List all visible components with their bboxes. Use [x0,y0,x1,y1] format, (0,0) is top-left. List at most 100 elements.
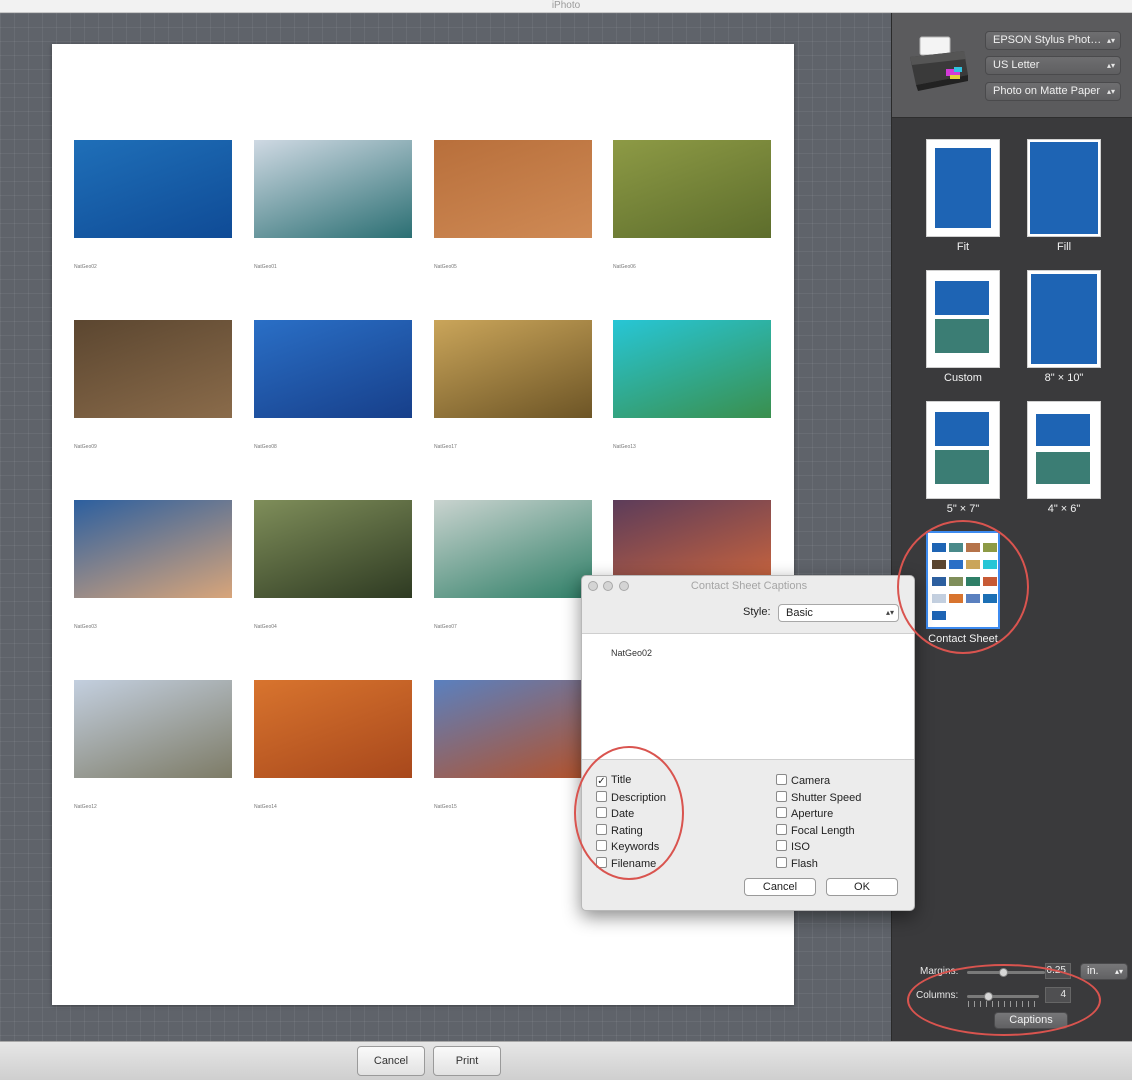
contact-sheet-photo[interactable]: NatGeo02 [74,140,234,270]
checkbox-checked-icon[interactable]: ✓ [596,776,607,787]
caption-option-aperture[interactable]: Aperture [776,807,833,821]
layout-thumbnail [926,401,1000,499]
columns-label: Columns: [916,990,959,1001]
caption-option-label: Description [611,791,667,804]
caption-option-shutter-speed[interactable]: Shutter Speed [776,790,862,805]
layout-photo-sample [935,148,991,228]
caption-option-label: Filename [611,857,657,870]
layout-label: Contact Sheet [928,633,998,645]
iphoto-window: iPhoto NatGeo02 NatGeo01 NatGeo05 NatGeo06 N… [0,0,1132,1080]
popup-arrows-icon: ▴▾ [1106,87,1115,96]
contact-sheet-photo[interactable]: NatGeo12 [74,680,234,810]
caption-preview: NatGeo02 [582,633,914,760]
margins-label: Margins: [920,966,959,977]
checkbox-unchecked-icon[interactable] [776,807,787,818]
caption-option-filename[interactable]: Filename [596,856,657,871]
layout-label: Custom [944,372,982,384]
photo-caption: NatGeo06 [613,264,636,270]
print-button[interactable]: Print [433,1046,501,1076]
layout-photo-sample [935,412,989,446]
style-select[interactable]: Basic ▴▾ [778,604,899,622]
contact-sheet-photo[interactable]: NatGeo03 [74,500,234,630]
caption-option-label: Camera [791,775,831,787]
photo-thumbnail [434,680,592,778]
layout-thumbnail [926,531,1000,629]
contact-sheet-captions-dialog: Contact Sheet Captions Style: Basic ▴▾ Na… [581,575,915,911]
layout-photo-sample [949,560,963,569]
layout-photo-sample [983,594,997,603]
layout-label: 5" × 7" [946,503,980,515]
contact-sheet-photo[interactable]: NatGeo15 [434,680,594,810]
contact-sheet-photo[interactable]: NatGeo17 [434,320,594,450]
contact-sheet-photo[interactable]: NatGeo05 [434,140,594,270]
contact-sheet-photo[interactable]: NatGeo09 [74,320,234,450]
layout-photo-sample [966,577,980,586]
columns-slider-knob[interactable] [984,992,993,1001]
caption-option-title[interactable]: ✓ Title [596,774,631,788]
layout-photo-sample [932,594,946,603]
caption-option-date[interactable]: Date [596,807,634,821]
layout-thumbnail [1027,270,1101,368]
popup-arrows-icon: ▴▾ [1106,36,1115,45]
caption-option-camera[interactable]: Camera [776,774,830,788]
paper-type-select[interactable]: Photo on Matte Paper ▴▾ [985,82,1121,101]
photo-thumbnail [254,500,412,598]
contact-sheet-photo[interactable]: NatGeo13 [613,320,773,450]
layout-photo-sample [1036,414,1090,446]
style-select-value: Basic [786,607,813,619]
popup-arrows-icon: ▴▾ [1106,61,1115,70]
layout-photo-sample [949,543,963,552]
caption-preview-text: NatGeo02 [611,648,653,658]
checkbox-unchecked-icon[interactable] [596,807,607,818]
captions-button[interactable]: Captions [994,1012,1068,1029]
caption-option-rating[interactable]: Rating [596,823,643,838]
bottom-toolbar: Cancel Print [0,1041,1132,1080]
layout-thumbnail [1027,139,1101,237]
paper-type-value: Photo on Matte Paper [993,85,1101,97]
photo-thumbnail [434,500,592,598]
window-title: iPhoto [0,0,1132,13]
printer-icon [910,36,968,91]
checkbox-unchecked-icon[interactable] [596,790,607,802]
dialog-ok-button[interactable]: OK [826,878,898,896]
columns-slider[interactable] [967,995,1039,998]
checkbox-unchecked-icon[interactable] [776,790,787,802]
contact-sheet-photo[interactable]: NatGeo06 [613,140,773,270]
layout-photo-sample [949,577,963,586]
layout-label: 8" × 10" [1044,372,1084,384]
checkbox-unchecked-icon[interactable] [596,823,607,835]
contact-sheet-photo[interactable]: NatGeo01 [254,140,414,270]
dialog-cancel-button[interactable]: Cancel [744,878,816,896]
checkbox-unchecked-icon[interactable] [596,840,607,851]
caption-option-flash[interactable]: Flash [776,856,818,871]
columns-field[interactable]: 4 [1045,987,1071,1003]
margins-slider-knob[interactable] [999,968,1008,977]
layout-photo-sample [935,319,989,353]
printer-select[interactable]: EPSON Stylus Phot… ▴▾ [985,31,1121,50]
caption-option-iso[interactable]: ISO [776,840,810,854]
caption-option-label: Shutter Speed [791,791,862,804]
contact-sheet-photo[interactable]: NatGeo04 [254,500,414,630]
cancel-print-button[interactable]: Cancel [357,1046,425,1076]
checkbox-unchecked-icon[interactable] [776,823,787,835]
margins-unit-select[interactable]: in. ▴▾ [1080,963,1128,980]
layout-thumbnail [1027,401,1101,499]
layout-photo-sample [932,543,946,552]
caption-option-description[interactable]: Description [596,790,667,805]
caption-option-label: Rating [611,824,643,837]
popup-arrows-icon: ▴▾ [1114,967,1123,976]
checkbox-unchecked-icon[interactable] [776,840,787,851]
contact-sheet-photo[interactable]: NatGeo08 [254,320,414,450]
caption-option-focal-length[interactable]: Focal Length [776,823,855,838]
layout-photo-sample [932,577,946,586]
contact-sheet-photo[interactable]: NatGeo07 [434,500,594,630]
checkbox-unchecked-icon[interactable] [596,856,607,868]
checkbox-unchecked-icon[interactable] [776,774,787,785]
caption-option-keywords[interactable]: Keywords [596,840,659,854]
checkbox-unchecked-icon[interactable] [776,856,787,868]
contact-sheet-photo[interactable]: NatGeo14 [254,680,414,810]
margins-field[interactable]: 0.25 [1045,963,1071,979]
paper-size-select[interactable]: US Letter ▴▾ [985,56,1121,75]
caption-option-label: ISO [791,841,810,853]
photo-thumbnail [434,140,592,238]
